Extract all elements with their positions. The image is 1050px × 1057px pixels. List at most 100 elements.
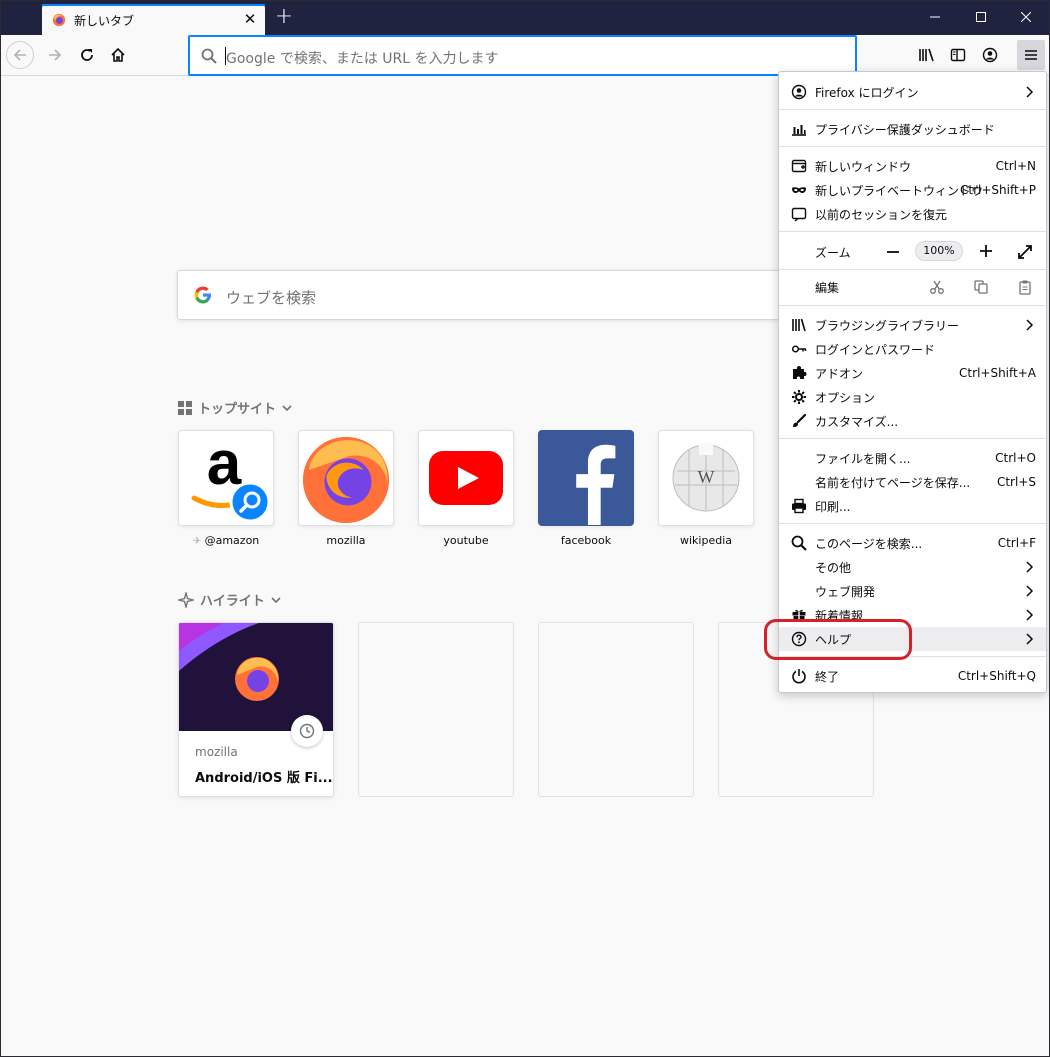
app-menu-button[interactable]: [1017, 40, 1045, 70]
amazon-logo-icon: a: [191, 436, 268, 520]
menu-separator: [779, 656, 1046, 657]
topsite-tile[interactable]: [298, 430, 394, 526]
arrow-right-icon: [49, 49, 62, 61]
account-button[interactable]: [978, 43, 1002, 67]
menu-item-new-private-window[interactable]: 新しいプライベートウィンドウ Ctrl+Shift+P: [779, 178, 1046, 202]
topsite-tile[interactable]: a: [178, 430, 274, 526]
topsite-tile[interactable]: W: [658, 430, 754, 526]
menu-item-label: 新しいプライベートウィンドウ: [815, 183, 984, 198]
clock-icon: [291, 715, 323, 747]
tab-new-tab[interactable]: 新しいタブ ✕: [42, 4, 265, 35]
menu-item-options[interactable]: オプション: [779, 385, 1046, 409]
menu-item-print[interactable]: 印刷...: [779, 494, 1046, 518]
menu-item-label: ヘルプ: [815, 632, 852, 647]
topsite-facebook[interactable]: facebook: [538, 430, 634, 547]
menu-item-new-window[interactable]: 新しいウィンドウ Ctrl+N: [779, 154, 1046, 178]
sidebar-button[interactable]: [946, 43, 970, 67]
menu-item-shortcut: Ctrl+Shift+A: [959, 366, 1036, 380]
menu-item-shortcut: Ctrl+O: [995, 451, 1036, 465]
menu-separator: [779, 109, 1046, 110]
cut-button[interactable]: [929, 279, 945, 295]
menu-item-help[interactable]: ヘルプ: [779, 627, 1046, 651]
menu-item-find[interactable]: このページを検索... Ctrl+F: [779, 531, 1046, 555]
highlight-placeholder: [538, 622, 694, 797]
search-icon: [791, 535, 807, 551]
menu-item-label: 新しいウィンドウ: [815, 159, 912, 174]
topsite-youtube[interactable]: youtube: [418, 430, 514, 547]
chevron-right-icon: [1026, 609, 1034, 621]
menu-item-addons[interactable]: アドオン Ctrl+Shift+A: [779, 361, 1046, 385]
account-icon: [791, 84, 807, 100]
menu-item-library[interactable]: ブラウジングライブラリー: [779, 313, 1046, 337]
grid-icon: [178, 400, 192, 415]
new-tab-button[interactable]: +: [271, 5, 297, 31]
paste-button[interactable]: [1017, 279, 1033, 295]
account-icon: [982, 47, 998, 63]
zoom-in-button[interactable]: [977, 242, 995, 260]
restore-session-icon: [791, 206, 807, 222]
highlights-header[interactable]: ハイライト: [178, 590, 281, 609]
menu-item-shortcut: Ctrl+F: [997, 536, 1036, 550]
fullscreen-button[interactable]: [1016, 243, 1034, 261]
chevron-down-icon: [271, 596, 281, 603]
menu-item-label: Firefox にログイン: [815, 85, 919, 100]
menu-item-more[interactable]: その他: [779, 555, 1046, 579]
topsite-wikipedia[interactable]: W wikipedia: [658, 430, 754, 547]
menu-item-save-page[interactable]: 名前を付けてページを保存... Ctrl+S: [779, 470, 1046, 494]
search-icon: [201, 48, 217, 64]
youtube-logo-icon: [429, 451, 503, 505]
topsites-header[interactable]: トップサイト: [178, 398, 292, 417]
chevron-right-icon: [1026, 561, 1034, 573]
reload-icon: [81, 49, 93, 61]
library-icon: [919, 48, 934, 62]
maximize-button[interactable]: [958, 1, 1004, 35]
topsite-tile[interactable]: [538, 430, 634, 526]
topsite-tile[interactable]: [418, 430, 514, 526]
zoom-reset-button[interactable]: 100%: [915, 241, 963, 261]
menu-separator: [779, 438, 1046, 439]
printer-icon: [791, 498, 807, 514]
menu-item-logins[interactable]: ログインとパスワード: [779, 337, 1046, 361]
menu-item-label: プライバシー保護ダッシュボード: [815, 122, 995, 137]
menu-item-whats-new[interactable]: 新着情報: [779, 603, 1046, 627]
menu-item-shortcut: Ctrl+N: [995, 159, 1036, 173]
private-mask-icon: [791, 182, 807, 198]
topsite-amazon[interactable]: a ✈ @amazon: [178, 430, 274, 547]
menu-item-customize[interactable]: カスタマイズ...: [779, 409, 1046, 433]
library-button[interactable]: [915, 43, 939, 67]
library-icon: [791, 317, 807, 333]
menu-item-signin[interactable]: Firefox にログイン: [779, 80, 1046, 104]
menu-item-restore-session[interactable]: 以前のセッションを復元: [779, 202, 1046, 226]
new-window-icon: [791, 158, 807, 174]
menu-separator: [779, 305, 1046, 306]
menu-item-label: 以前のセッションを復元: [815, 207, 948, 222]
copy-button[interactable]: [973, 279, 989, 295]
back-button[interactable]: [6, 41, 34, 69]
highlight-card[interactable]: mozilla Android/iOS 版 Fi...: [178, 622, 334, 797]
wikipedia-logo-icon: W: [672, 443, 740, 512]
menu-item-web-developer[interactable]: ウェブ開発: [779, 579, 1046, 603]
menu-item-quit[interactable]: 終了 Ctrl+Shift+Q: [779, 664, 1046, 688]
url-input-placeholder[interactable]: Google で検索、または URL を入力します: [226, 48, 499, 68]
reload-button[interactable]: [73, 41, 101, 69]
web-search-placeholder: ウェブを検索: [226, 289, 317, 307]
browser-window: 新しいタブ ✕ + Google で検索、または URL を入力します ウェブを…: [0, 0, 1050, 1057]
sidebar-icon: [950, 48, 966, 62]
menu-separator: [779, 269, 1046, 270]
minimize-button[interactable]: [912, 1, 958, 35]
home-button[interactable]: [104, 41, 132, 69]
hamburger-icon: [1025, 50, 1037, 60]
menu-item-shortcut: Ctrl+S: [996, 475, 1036, 489]
gear-icon: [791, 389, 807, 405]
menu-separator: [779, 146, 1046, 147]
url-bar[interactable]: Google で検索、または URL を入力します: [188, 35, 857, 76]
close-tab-icon[interactable]: ✕: [241, 10, 259, 28]
highlight-title: Android/iOS 版 Fi...: [195, 771, 333, 786]
topsite-mozilla[interactable]: mozilla: [298, 430, 394, 547]
web-search-box[interactable]: ウェブを検索: [177, 270, 873, 320]
forward-button[interactable]: [41, 41, 69, 69]
menu-item-privacy-dashboard[interactable]: プライバシー保護ダッシュボード: [779, 117, 1046, 141]
close-window-button[interactable]: [1003, 1, 1049, 35]
zoom-out-button[interactable]: [884, 243, 902, 261]
menu-item-open-file[interactable]: ファイルを開く... Ctrl+O: [779, 446, 1046, 470]
